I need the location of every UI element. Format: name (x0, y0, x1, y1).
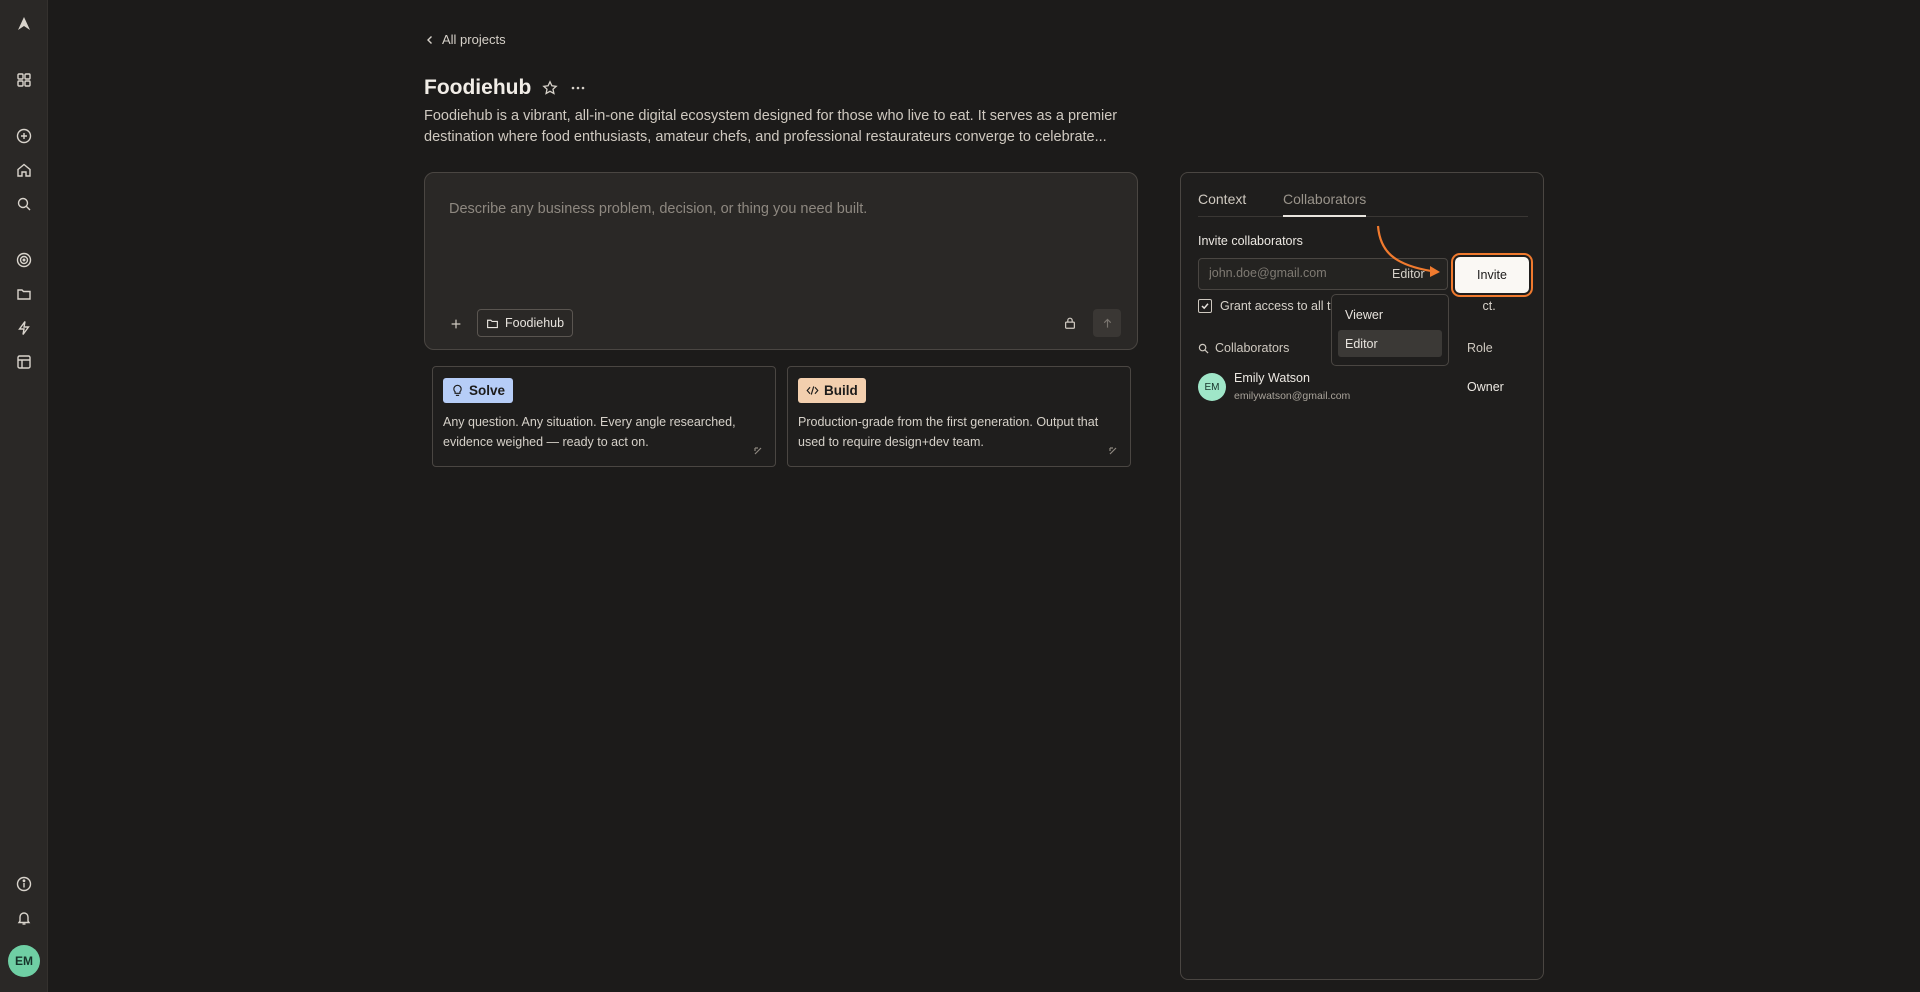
role-dropdown-menu: Viewer Editor (1331, 294, 1449, 366)
grant-access-checkbox[interactable] (1198, 299, 1212, 313)
collaborator-row: EM Emily Watson emilywatson@gmail.com Ow… (1198, 371, 1528, 405)
prompt-input[interactable] (449, 201, 1109, 217)
solve-badge: Solve (443, 378, 514, 403)
page-title: Foodiehub (424, 76, 532, 99)
tab-collaborators[interactable]: Collaborators (1283, 191, 1367, 217)
invite-collaborators-label: Invite collaborators (1198, 234, 1303, 248)
tab-context[interactable]: Context (1198, 191, 1246, 217)
role-column-header: Role (1467, 341, 1493, 355)
project-description: Foodiehub is a vibrant, all-in-one digit… (424, 108, 1118, 145)
target-icon[interactable] (14, 250, 34, 270)
star-icon[interactable] (541, 79, 559, 97)
role-option-viewer[interactable]: Viewer (1338, 301, 1442, 328)
home-icon[interactable] (14, 160, 34, 180)
all-projects-label: All projects (442, 32, 506, 47)
code-icon (806, 386, 819, 395)
plus-icon (451, 319, 461, 329)
logo-icon[interactable] (14, 14, 34, 34)
bell-icon[interactable] (14, 908, 34, 928)
project-chip[interactable]: Foodiehub (477, 309, 574, 337)
search-icon[interactable] (1198, 343, 1209, 354)
solve-card[interactable]: Solve Any question. Any situation. Every… (432, 366, 776, 467)
user-avatar[interactable]: EM (8, 945, 40, 977)
panel-tabs: Context Collaborators (1198, 191, 1528, 217)
grant-access-label-end: ct. (1482, 299, 1496, 313)
invite-email-input[interactable] (1209, 266, 1379, 280)
apps-grid-icon[interactable] (14, 70, 34, 90)
role-option-editor[interactable]: Editor (1338, 330, 1442, 357)
collaborators-header-label: Collaborators (1215, 341, 1290, 355)
arrow-up-icon (1103, 318, 1111, 328)
send-button[interactable] (1093, 309, 1121, 337)
project-chip-label: Foodiehub (505, 316, 565, 330)
new-plus-icon[interactable] (14, 126, 34, 146)
folder-icon[interactable] (14, 284, 34, 304)
chevron-left-icon (427, 35, 432, 44)
lock-icon (1065, 317, 1075, 329)
collaborator-name: Emily Watson (1234, 371, 1310, 385)
project-title-row: Foodiehub (424, 76, 587, 100)
collaborators-header: Collaborators (1198, 341, 1289, 355)
solve-card-text: Any question. Any situation. Every angle… (443, 415, 736, 449)
role-select[interactable]: Editor (1392, 267, 1425, 281)
grant-access-label-start: Grant access to all t (1220, 299, 1331, 313)
all-projects-link[interactable]: All projects (424, 32, 506, 47)
lightning-icon[interactable] (14, 318, 34, 338)
prompt-composer: Foodiehub (424, 172, 1138, 350)
more-options-icon[interactable] (569, 79, 587, 97)
solve-badge-label: Solve (469, 383, 506, 398)
folder-icon (487, 319, 498, 328)
build-badge-label: Build (824, 383, 858, 398)
layout-icon[interactable] (14, 352, 34, 372)
left-rail: EM (0, 0, 48, 992)
add-attachment-button[interactable] (445, 313, 467, 335)
privacy-button[interactable] (1061, 314, 1079, 332)
collaborator-role: Owner (1467, 380, 1504, 394)
expand-corner-icon (1109, 447, 1117, 455)
invite-button[interactable]: Invite (1455, 257, 1529, 293)
invite-field-wrapper: Editor (1198, 258, 1448, 290)
lightbulb-icon (453, 384, 462, 396)
build-card-text: Production-grade from the first generati… (798, 415, 1099, 449)
check-icon (1201, 303, 1209, 310)
expand-corner-icon (754, 447, 762, 455)
collaborator-email: emilywatson@gmail.com (1234, 390, 1351, 402)
info-icon[interactable] (14, 874, 34, 894)
build-card[interactable]: Build Production-grade from the first ge… (787, 366, 1131, 467)
search-icon[interactable] (14, 194, 34, 214)
avatar: EM (1198, 373, 1226, 401)
build-badge: Build (798, 378, 866, 403)
